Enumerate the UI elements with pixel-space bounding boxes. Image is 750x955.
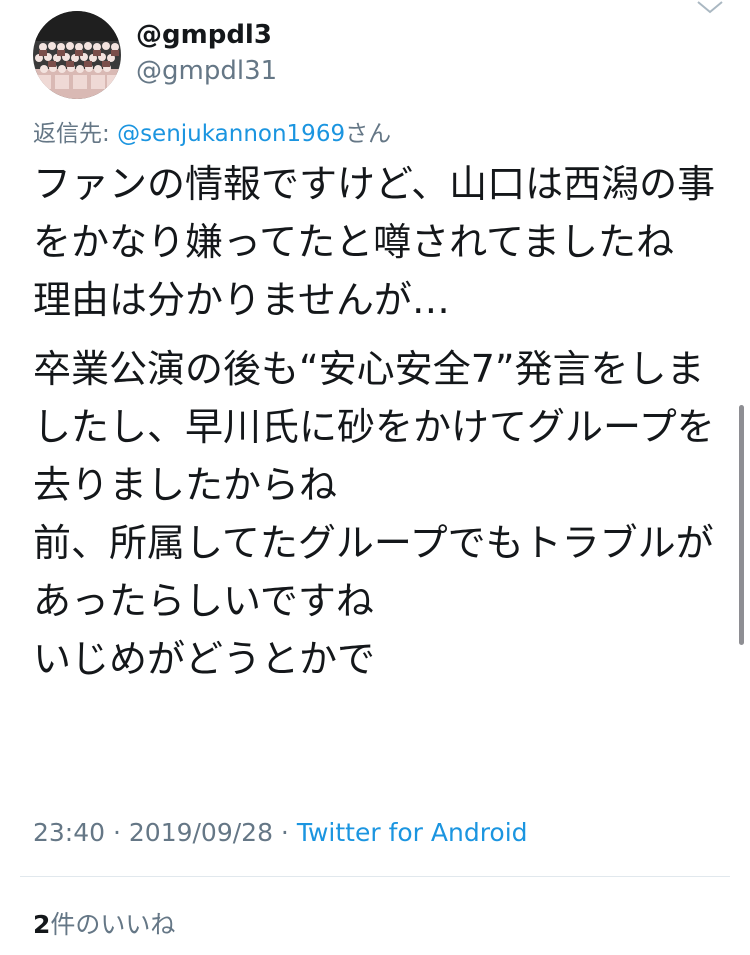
tweet-time[interactable]: 23:40 (33, 818, 105, 847)
reply-to: 返信先: @senjukannon1969さん (33, 114, 391, 148)
tweet-text: ファンの情報ですけど、山口は西潟の事をかなり嫌ってたと噂されてましたね 理由は分… (33, 155, 723, 688)
reply-suffix: さん (345, 121, 392, 147)
reply-mention-link[interactable]: @senjukannon1969 (117, 121, 345, 147)
tweet-source-link[interactable]: Twitter for Android (297, 818, 528, 847)
chevron-down-icon (697, 1, 723, 14)
group-photo-avatar (33, 11, 121, 99)
tweet-paragraph: 卒業公演の後も“安心安全7”発言をしましたし、早川氏に砂をかけてグループを去りま… (33, 347, 715, 681)
likes-label: 件のいいね (50, 910, 176, 939)
meta-separator: · (272, 818, 297, 847)
tweet-meta: 23:40 · 2019/09/28 · Twitter for Android (33, 818, 528, 847)
tweet-paragraph: ファンの情報ですけど、山口は西潟の事をかなり嫌ってたと噂されてましたね 理由は分… (33, 162, 716, 322)
avatar[interactable] (33, 11, 121, 99)
scrollbar[interactable] (739, 405, 744, 645)
likes-count: 2 (33, 910, 51, 939)
reply-prefix: 返信先: (33, 121, 118, 147)
meta-separator: · (105, 818, 129, 847)
user-handle[interactable]: @gmpdl31 (136, 56, 277, 86)
divider (20, 876, 730, 877)
display-name[interactable]: @gmpdl3 (136, 20, 272, 50)
tweet-menu-button[interactable] (690, 0, 730, 22)
likes-count-link[interactable]: 2件のいいね (33, 905, 175, 941)
tweet-date[interactable]: 2019/09/28 (129, 818, 273, 847)
